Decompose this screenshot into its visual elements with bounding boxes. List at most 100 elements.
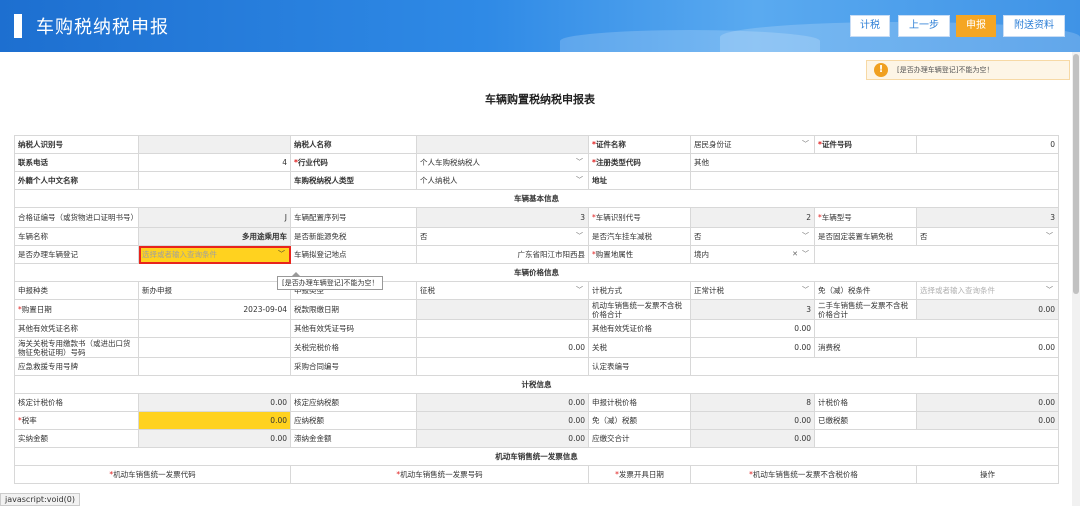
other-price-label: 其他有效凭证价格: [588, 319, 691, 338]
verified-due-label: 核定应纳税额: [290, 393, 417, 412]
cert-table-field[interactable]: [690, 357, 1059, 376]
reg-type-field[interactable]: 其他: [690, 153, 1059, 172]
verified-due-field[interactable]: 0.00: [416, 393, 589, 412]
taxpayer-id-field[interactable]: [138, 135, 291, 154]
foreign-name-field[interactable]: [138, 171, 291, 190]
cert-no-label: 证件号码: [821, 140, 852, 149]
purchase-date-label: 购置日期: [21, 305, 52, 314]
exempt-amount-field[interactable]: 0.00: [690, 411, 815, 430]
other-price-field[interactable]: 0.00: [690, 319, 815, 338]
contract-field[interactable]: [416, 357, 589, 376]
rate-field[interactable]: 0.00: [138, 411, 291, 430]
phone-field[interactable]: 4: [138, 153, 291, 172]
payable-field[interactable]: 0.00: [416, 411, 589, 430]
chevron-down-icon: ﹀: [1046, 232, 1053, 240]
customs-field[interactable]: [138, 337, 291, 358]
other-cert-label: 其他有效凭证名称: [14, 319, 139, 338]
vin-label: 车辆识别代号: [595, 213, 641, 222]
model-label: 车辆型号: [821, 213, 852, 222]
empty-cell: [814, 319, 1059, 338]
chevron-down-icon: ﹀: [576, 158, 583, 166]
chevron-down-icon: ﹀: [576, 232, 583, 240]
declared-price-label: 申报计税价格: [588, 393, 691, 412]
page-scrollbar[interactable]: [1072, 52, 1080, 506]
rescue-field[interactable]: [138, 357, 291, 376]
tariff-label: 关税: [588, 337, 691, 358]
config-label: 车辆配置序列号: [290, 207, 417, 228]
cert-name-select[interactable]: 居民身份证 ﹀: [690, 135, 815, 154]
register-error-tooltip: [是否办理车辆登记]不能为空！: [277, 272, 384, 290]
address-field[interactable]: [690, 171, 1059, 190]
purchase-date-field[interactable]: 2023-09-04: [138, 299, 291, 320]
vehicle-name-field[interactable]: 多用途乘用车: [138, 227, 291, 246]
actual-field[interactable]: 0.00: [138, 429, 291, 448]
config-field[interactable]: 3: [416, 207, 589, 228]
exempt-cond-select[interactable]: 选择或者输入查询条件 ﹀: [916, 281, 1059, 300]
vin-field[interactable]: 2: [690, 207, 815, 228]
model-field[interactable]: 3: [916, 207, 1059, 228]
alert-text: [是否办理车辆登记]不能为空！: [897, 66, 994, 74]
form-title: 车辆购置税纳税申报表: [485, 93, 595, 106]
trailer-select[interactable]: 否 ﹀: [690, 227, 815, 246]
purchase-attr-select[interactable]: 境内 ✕ ﹀: [690, 245, 815, 264]
calc-tax-button[interactable]: 计税: [850, 15, 890, 37]
operation-header: 操作: [916, 465, 1059, 484]
declared-price-field[interactable]: 8: [690, 393, 815, 412]
app-header: 车购税纳税申报 计税 上一步 申报 附送资料: [0, 0, 1080, 52]
purchase-attr-label: 购置地属性: [595, 250, 634, 259]
prev-step-button[interactable]: 上一步: [898, 15, 950, 37]
cert-field[interactable]: J: [138, 207, 291, 228]
chevron-down-icon: ﹀: [278, 250, 285, 258]
invoice-price-header: 机动车销售统一发票不含税价格: [752, 470, 858, 479]
consumption-label: 消费税: [814, 337, 917, 358]
invoice-code-header: 机动车销售统一发票代码: [113, 470, 196, 479]
chevron-down-icon: ﹀: [576, 176, 583, 184]
reg-type-label: 注册类型代码: [595, 158, 641, 167]
rate-label: 税率: [21, 416, 37, 425]
consumption-field[interactable]: 0.00: [916, 337, 1059, 358]
verified-price-field[interactable]: 0.00: [138, 393, 291, 412]
chevron-down-icon: ﹀: [802, 232, 809, 240]
apply-type-select[interactable]: 新办申报 ﹀: [138, 281, 291, 300]
contract-label: 采购合同编号: [290, 357, 417, 376]
attachments-button[interactable]: 附送资料: [1003, 15, 1065, 37]
cert-no-field[interactable]: 0: [916, 135, 1059, 154]
trailer-label: 是否汽车挂车减税: [588, 227, 691, 246]
other-cert-no-field[interactable]: [416, 319, 589, 338]
vehicle-section-header: 车辆基本信息: [14, 189, 1059, 208]
apply-class-select[interactable]: 征税 ﹀: [416, 281, 589, 300]
fixed-device-select[interactable]: 否 ﹀: [916, 227, 1059, 246]
empty-cell: [814, 245, 1059, 264]
taxable-price-field[interactable]: 0.00: [916, 393, 1059, 412]
clear-icon: ✕: [792, 250, 798, 258]
logo-bar-icon: [14, 14, 22, 38]
other-cert-field[interactable]: [138, 319, 291, 338]
tax-section-header: 计税信息: [14, 375, 1059, 394]
reg-place-field[interactable]: 广东省阳江市阳西县: [416, 245, 589, 264]
industry-select[interactable]: 个人车购税纳税人 ﹀: [416, 153, 589, 172]
paid-field[interactable]: 0.00: [916, 411, 1059, 430]
total-field[interactable]: 0.00: [690, 429, 815, 448]
used-car-field[interactable]: 0.00: [916, 299, 1059, 320]
customs-price-field[interactable]: 0.00: [416, 337, 589, 358]
taxpayer-type-select[interactable]: 个人纳税人 ﹀: [416, 171, 589, 190]
chevron-down-icon: ﹀: [802, 140, 809, 148]
new-energy-label: 是否新能源免税: [290, 227, 417, 246]
register-select[interactable]: 选择或者输入查询条件 ﹀: [138, 245, 291, 264]
cert-name-label: 证件名称: [595, 140, 626, 149]
validation-alert: ! [是否办理车辆登记]不能为空！: [866, 60, 1070, 80]
scrollbar-thumb[interactable]: [1073, 54, 1079, 294]
exempt-amount-label: 免（减）税额: [588, 411, 691, 430]
tariff-field[interactable]: 0.00: [690, 337, 815, 358]
chevron-down-icon: ﹀: [802, 286, 809, 294]
late-fee-field[interactable]: 0.00: [416, 429, 589, 448]
submit-button[interactable]: 申报: [956, 15, 996, 37]
deadline-field[interactable]: [416, 299, 589, 320]
new-energy-select[interactable]: 否 ﹀: [416, 227, 589, 246]
warning-icon: !: [874, 63, 888, 77]
invoice-total-field[interactable]: 3: [690, 299, 815, 320]
app-title: 车购税纳税申报: [36, 17, 169, 38]
taxpayer-name-field[interactable]: [416, 135, 589, 154]
address-label: 地址: [588, 171, 691, 190]
method-select[interactable]: 正常计税 ﹀: [690, 281, 815, 300]
